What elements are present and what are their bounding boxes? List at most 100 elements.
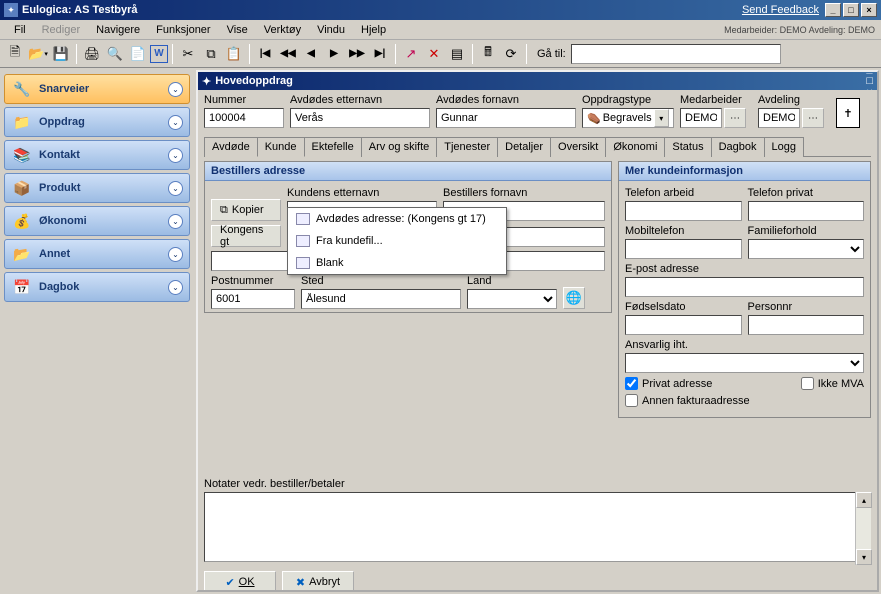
nav-prev-page-icon[interactable]: ◀◀ <box>277 43 299 65</box>
tab-ektefelle[interactable]: Ektefelle <box>304 137 362 157</box>
sted-label: Sted <box>301 275 461 287</box>
menu-rediger[interactable]: Rediger <box>34 22 89 38</box>
sidebar-item-okonomi[interactable]: 💰Økonomi⌄ <box>4 206 190 236</box>
delete-icon[interactable]: ✕ <box>423 43 445 65</box>
save-icon[interactable]: 💾 <box>50 43 72 65</box>
sted-input[interactable] <box>301 289 461 309</box>
menu-navigere[interactable]: Navigere <box>88 22 148 38</box>
ok-button[interactable]: ✔OK <box>204 571 276 590</box>
chevron-down-icon[interactable]: ⌄ <box>168 82 183 97</box>
tab-dagbok[interactable]: Dagbok <box>711 137 765 157</box>
ansvarlig-select[interactable] <box>625 353 864 373</box>
print-icon[interactable]: 🖨 <box>81 43 103 65</box>
avdeling-input[interactable] <box>758 108 800 128</box>
nav-prev-icon[interactable]: ◀ <box>300 43 322 65</box>
oppdragstype-combo[interactable]: ⚰️ Begravels ▾ <box>582 108 674 128</box>
kopier-button[interactable]: ⧉Kopier <box>211 199 281 221</box>
tab-tjenester[interactable]: Tjenester <box>436 137 498 157</box>
menu-verktoy[interactable]: Verktøy <box>256 22 309 38</box>
scroll-up-icon[interactable]: ▴ <box>856 492 872 508</box>
popup-avdodes-adresse[interactable]: Avdødes adresse: (Kongens gt 17) <box>288 208 506 230</box>
tab-okonomi[interactable]: Økonomi <box>605 137 665 157</box>
cut-icon[interactable]: ✂ <box>177 43 199 65</box>
tab-oversikt[interactable]: Oversikt <box>550 137 606 157</box>
personnr-label: Personnr <box>748 301 865 313</box>
nav-last-icon[interactable]: ▶| <box>369 43 391 65</box>
menu-hjelp[interactable]: Hjelp <box>353 22 394 38</box>
tab-avdode[interactable]: Avdøde <box>204 137 258 157</box>
books-icon: 📚 <box>11 145 33 165</box>
notes-textarea[interactable] <box>204 492 871 562</box>
sidebar-item-dagbok[interactable]: 📅Dagbok⌄ <box>4 272 190 302</box>
postnummer-input[interactable] <box>211 289 295 309</box>
left-panel-title: Bestillers adresse <box>205 162 611 181</box>
tab-detaljer[interactable]: Detaljer <box>497 137 551 157</box>
preview-icon[interactable]: 🔍 <box>104 43 126 65</box>
privat-adresse-checkbox[interactable]: Privat adresse <box>625 377 712 390</box>
telefon-privat-input[interactable] <box>748 201 865 221</box>
chevron-down-icon[interactable]: ⌄ <box>168 214 183 229</box>
chevron-down-icon[interactable]: ⌄ <box>168 247 183 262</box>
etternavn-input[interactable] <box>290 108 430 128</box>
fornavn-input[interactable] <box>436 108 576 128</box>
familieforhold-select[interactable] <box>748 239 865 259</box>
close-button[interactable]: × <box>861 3 877 17</box>
tab-arv-og-skifte[interactable]: Arv og skifte <box>361 137 438 157</box>
nav-next-page-icon[interactable]: ▶▶ <box>346 43 368 65</box>
popup-blank[interactable]: Blank <box>288 252 506 274</box>
sidebar-item-snarveier[interactable]: 🔧Snarveier⌄ <box>4 74 190 104</box>
tab-logg[interactable]: Logg <box>764 137 804 157</box>
sidebar-item-oppdrag[interactable]: 📁Oppdrag⌄ <box>4 107 190 137</box>
scrollbar[interactable]: ▴ ▾ <box>855 492 871 565</box>
scroll-down-icon[interactable]: ▾ <box>856 549 872 565</box>
new-icon[interactable]: 🗎 <box>4 43 26 65</box>
mobiltelefon-input[interactable] <box>625 239 742 259</box>
chevron-down-icon[interactable]: ⌄ <box>168 148 183 163</box>
child-maximize-button[interactable]: □ <box>866 75 873 87</box>
nav-first-icon[interactable]: |◀ <box>254 43 276 65</box>
refresh-icon[interactable]: ⟳ <box>500 43 522 65</box>
medarbeider-input[interactable] <box>680 108 722 128</box>
paste-icon[interactable]: 📋 <box>223 43 245 65</box>
telefon-arbeid-input[interactable] <box>625 201 742 221</box>
menu-vise[interactable]: Vise <box>219 22 256 38</box>
document-icon[interactable]: 📄 <box>127 43 149 65</box>
popup-fra-kundefil[interactable]: Fra kundefil... <box>288 230 506 252</box>
open-icon[interactable]: 📂▾ <box>27 43 49 65</box>
tab-status[interactable]: Status <box>664 137 711 157</box>
sidebar-item-annet[interactable]: 📂Annet⌄ <box>4 239 190 269</box>
medarbeider-lookup-button[interactable]: ⋯ <box>724 108 746 128</box>
avdeling-lookup-button[interactable]: ⋯ <box>802 108 824 128</box>
goto-input[interactable] <box>571 44 781 64</box>
word-icon[interactable]: W <box>150 45 168 63</box>
epost-input[interactable] <box>625 277 864 297</box>
export-icon[interactable]: ↗ <box>400 43 422 65</box>
copy-icon[interactable]: ⧉ <box>200 43 222 65</box>
avbryt-button[interactable]: ✖Avbryt <box>282 571 354 590</box>
child-minimize-button[interactable]: _ <box>866 63 873 75</box>
calculator-icon[interactable]: 🖩 <box>477 43 499 65</box>
nav-next-icon[interactable]: ▶ <box>323 43 345 65</box>
land-select[interactable] <box>467 289 557 309</box>
chevron-down-icon[interactable]: ⌄ <box>168 280 183 295</box>
sidebar-item-produkt[interactable]: 📦Produkt⌄ <box>4 173 190 203</box>
globe-icon[interactable]: 🌐 <box>563 287 585 309</box>
personnr-input[interactable] <box>748 315 865 335</box>
tab-kunde[interactable]: Kunde <box>257 137 305 157</box>
chevron-down-icon[interactable]: ▾ <box>654 109 669 127</box>
menu-funksjoner[interactable]: Funksjoner <box>148 22 218 38</box>
sidebar-item-kontakt[interactable]: 📚Kontakt⌄ <box>4 140 190 170</box>
minimize-button[interactable]: _ <box>825 3 841 17</box>
send-feedback-link[interactable]: Send Feedback <box>742 4 819 16</box>
kongens-gt-button[interactable]: Kongens gt <box>211 225 281 247</box>
fodselsdato-input[interactable] <box>625 315 742 335</box>
annen-faktura-checkbox[interactable]: Annen fakturaadresse <box>625 394 750 407</box>
maximize-button[interactable]: □ <box>843 3 859 17</box>
chevron-down-icon[interactable]: ⌄ <box>168 181 183 196</box>
menu-fil[interactable]: Fil <box>6 22 34 38</box>
menu-vindu[interactable]: Vindu <box>309 22 353 38</box>
nummer-input[interactable] <box>204 108 284 128</box>
chevron-down-icon[interactable]: ⌄ <box>168 115 183 130</box>
ikke-mva-checkbox[interactable]: Ikke MVA <box>801 377 864 390</box>
list-icon[interactable]: ▤ <box>446 43 468 65</box>
